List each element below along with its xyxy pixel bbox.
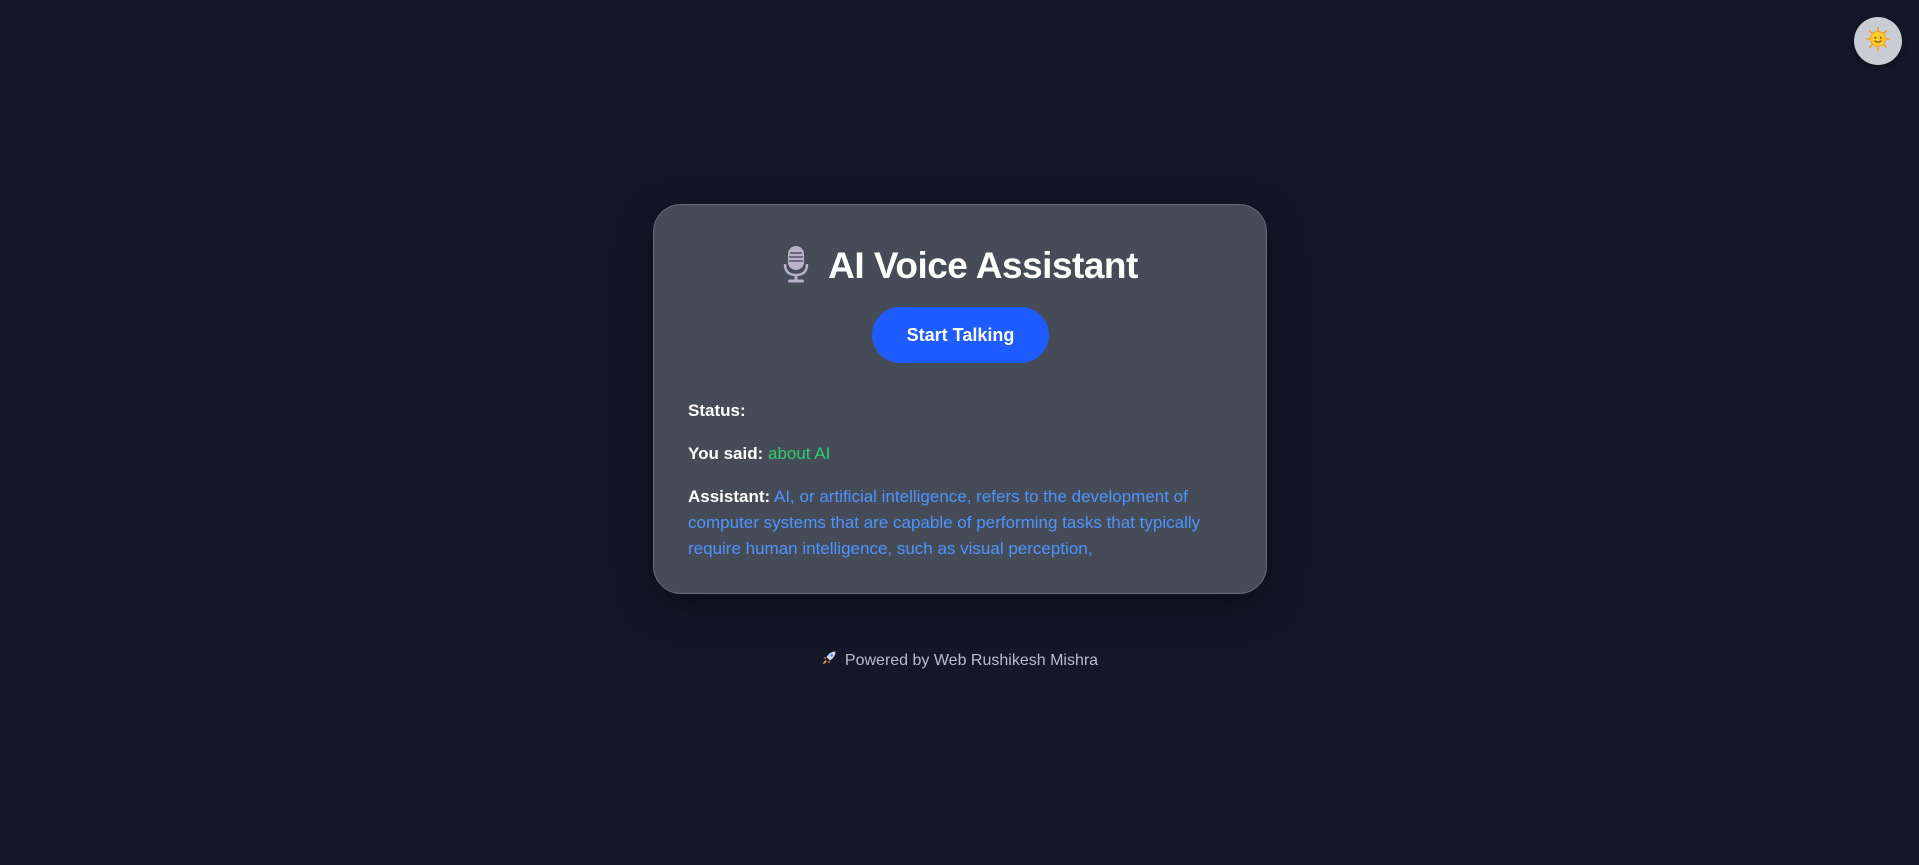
microphone-icon (782, 244, 810, 289)
sun-face-icon (1865, 26, 1891, 57)
you-said-line: You said: about AI (688, 441, 1228, 467)
you-said-value: about AI (767, 444, 831, 463)
rocket-icon (821, 650, 837, 671)
you-said-label: You said: (688, 444, 764, 463)
status-line: Status: (688, 398, 1228, 424)
assistant-card: AI Voice Assistant Start Talking Status:… (653, 204, 1267, 594)
title-row: AI Voice Assistant (654, 241, 1266, 291)
page-title: AI Voice Assistant (828, 245, 1138, 286)
footer: Powered by Web Rushikesh Mishra (0, 650, 1919, 671)
status-label: Status: (688, 401, 746, 420)
start-talking-button[interactable]: Start Talking (872, 307, 1049, 363)
page: AI Voice Assistant Start Talking Status:… (0, 0, 1919, 865)
theme-toggle-button[interactable] (1854, 17, 1902, 65)
assistant-label: Assistant: (688, 487, 771, 506)
assistant-line: Assistant: AI, or artificial intelligenc… (688, 484, 1228, 562)
footer-text: Powered by Web Rushikesh Mishra (844, 651, 1099, 669)
